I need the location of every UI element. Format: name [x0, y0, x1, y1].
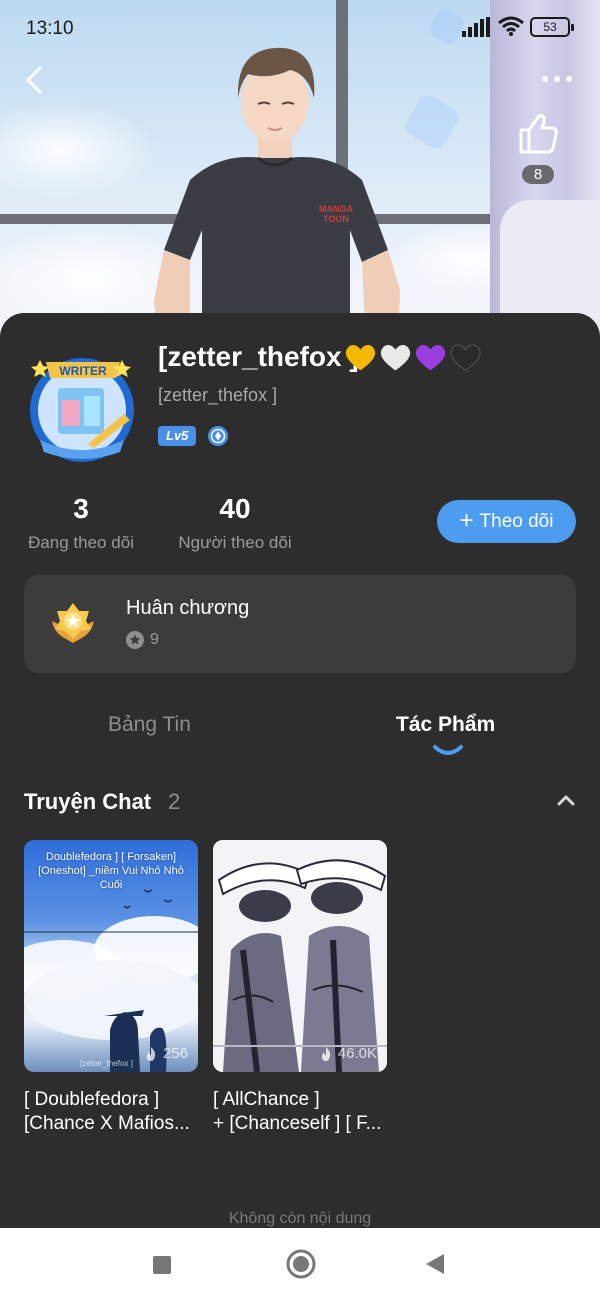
- story-title-line: [ Doublefedora ]: [24, 1089, 160, 1110]
- story-cover: Doublefedora ] [ Forsaken] [Oneshot] _ni…: [24, 840, 198, 1072]
- following-label: Đang theo dõi: [28, 533, 134, 552]
- medals-card[interactable]: Huân chương 9: [24, 575, 576, 673]
- back-nav-button[interactable]: [424, 1252, 446, 1276]
- follow-button-label: Theo dõi: [479, 510, 554, 532]
- fire-icon: [146, 1046, 156, 1061]
- story-title-line: [Chance X Mafios...: [24, 1113, 190, 1134]
- following-count: 3: [73, 493, 89, 524]
- story-views-count: 46.0K: [337, 1045, 377, 1062]
- more-dots-icon: [542, 76, 572, 82]
- follow-button[interactable]: + Theo dõi: [437, 500, 576, 543]
- heart-icon: [345, 345, 376, 371]
- followers-count: 40: [219, 493, 251, 524]
- medals-title: Huân chương: [126, 597, 250, 619]
- fire-icon: [321, 1046, 330, 1061]
- level-badge[interactable]: Lv5: [158, 426, 197, 446]
- tab-feed[interactable]: Bảng Tin: [108, 713, 191, 737]
- heart-icon: [380, 345, 411, 371]
- story-cover: 46.0K: [213, 840, 387, 1072]
- story-views: 46.0K: [318, 1045, 377, 1062]
- medals-count: 9: [126, 631, 159, 649]
- followers-label: Người theo dõi: [178, 533, 292, 552]
- battery-indicator: 53: [530, 17, 574, 37]
- svg-text:MANGA: MANGA: [319, 204, 353, 214]
- story-title-line: + [Chanceself ] [ F...: [213, 1113, 382, 1134]
- status-bar: 13:10 53: [0, 0, 600, 56]
- end-of-content-text: Không còn nội dung: [228, 1210, 372, 1227]
- story-card[interactable]: 46.0K [ AllChance ] + [Chanceself ] [ F.…: [213, 840, 387, 1136]
- recents-button[interactable]: [151, 1254, 173, 1276]
- story-title: [ AllChance ] + [Chanceself ] [ F...: [213, 1088, 395, 1136]
- system-navigation-bar: [0, 1228, 600, 1300]
- verified-badge-icon[interactable]: [207, 425, 229, 447]
- following-stat[interactable]: 3 Đang theo dõi: [24, 493, 138, 553]
- plus-icon: +: [459, 506, 474, 534]
- heart-icon: [415, 345, 446, 371]
- section-title: Truyện Chat: [24, 789, 152, 814]
- profile-handle: [zetter_thefox ]: [158, 385, 278, 405]
- followers-stat[interactable]: 40 Người theo dõi: [174, 493, 296, 553]
- like-button[interactable]: 8: [512, 110, 564, 186]
- heart-icon: [450, 344, 481, 372]
- story-card[interactable]: Doublefedora ] [ Forsaken] [Oneshot] _ni…: [24, 840, 198, 1136]
- wifi-icon: [498, 16, 524, 36]
- like-count: 8: [522, 165, 554, 184]
- more-options-button[interactable]: [538, 64, 578, 94]
- svg-text:TOON: TOON: [323, 214, 349, 224]
- medal-icon: [52, 603, 94, 643]
- profile-sheet: WRITER [zetter_thefox ] [zetter_thefox ]…: [0, 313, 600, 1228]
- story-title-line: [ AllChance ]: [213, 1089, 320, 1110]
- profile-page: MANGA TOON 13:10 53 8 WRITER [zetter_the…: [0, 0, 600, 1300]
- signal-icon: [462, 17, 490, 37]
- cover-illustration: [213, 840, 387, 1072]
- star-circle-icon: [126, 631, 144, 649]
- avatar[interactable]: WRITER: [24, 348, 140, 464]
- chevron-left-icon: [26, 66, 42, 94]
- home-button[interactable]: [285, 1248, 317, 1280]
- tab-works[interactable]: Tác Phẩm: [396, 713, 495, 737]
- medals-count-value: 9: [150, 631, 159, 648]
- story-views: 256: [143, 1045, 188, 1062]
- story-title: [ Doublefedora ] [Chance X Mafios...: [24, 1088, 206, 1136]
- back-button[interactable]: [18, 60, 54, 100]
- thumbs-up-icon: [519, 114, 558, 154]
- profile-name: [zetter_thefox ]: [158, 341, 359, 372]
- svg-text:WRITER: WRITER: [59, 364, 107, 378]
- story-views-count: 256: [162, 1045, 188, 1062]
- name-hearts: [344, 341, 482, 375]
- tab-active-indicator: [433, 745, 463, 755]
- status-time: 13:10: [26, 18, 74, 39]
- story-cover-watermark: [zetter_thefox ]: [80, 1059, 133, 1068]
- chevron-up-icon[interactable]: [554, 791, 578, 811]
- story-cover-caption: Doublefedora ] [ Forsaken] [Oneshot] _ni…: [38, 851, 184, 891]
- cover-character-illustration: MANGA TOON: [154, 47, 400, 340]
- section-count: 2: [168, 789, 181, 814]
